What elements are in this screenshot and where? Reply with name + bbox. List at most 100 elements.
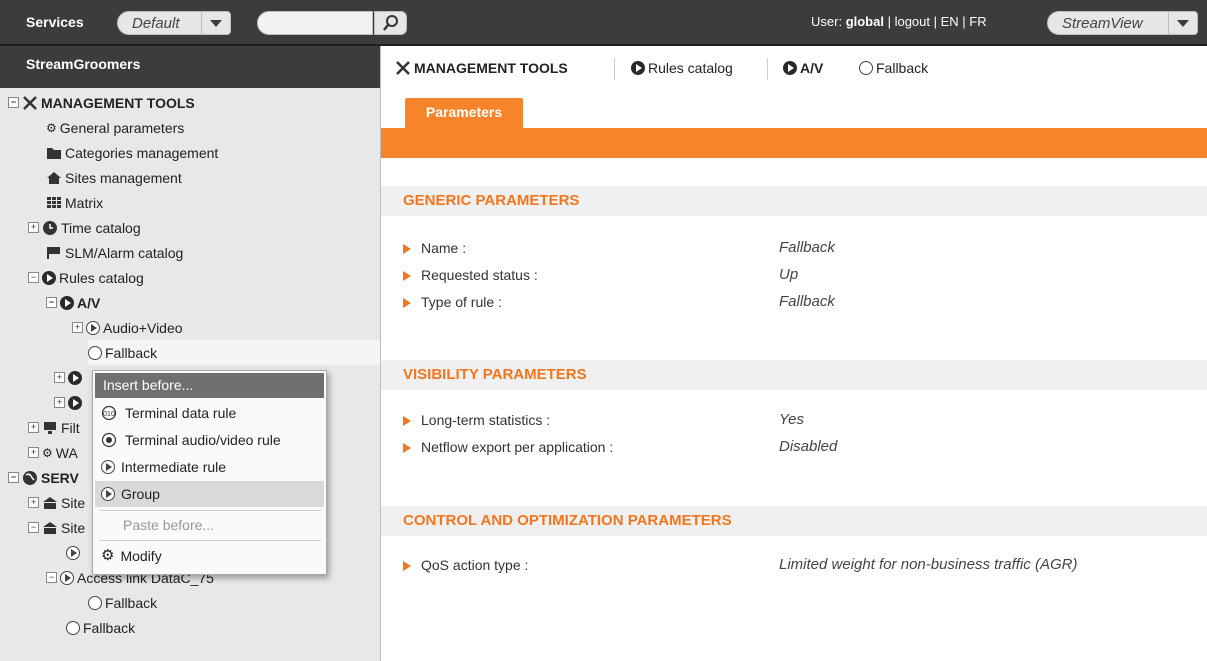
search-input[interactable]: [257, 11, 373, 35]
search-button[interactable]: [374, 11, 407, 35]
param-value: Limited weight for non-business traffic …: [779, 556, 1078, 573]
tab-management-tools[interactable]: MANAGEMENT TOOLS: [395, 60, 568, 76]
tree-item-site-2[interactable]: − Site: [28, 515, 85, 540]
expand-icon[interactable]: +: [28, 497, 39, 508]
param-label-text: QoS action type :: [421, 557, 529, 573]
collapse-icon[interactable]: −: [46, 297, 57, 308]
expand-icon[interactable]: +: [72, 322, 83, 333]
circle-icon: [66, 620, 80, 635]
param-label-text: Requested status :: [421, 267, 538, 283]
tree-item-hidden-2[interactable]: +: [54, 390, 85, 415]
tree-item-general-parameters[interactable]: ⚙ General parameters: [46, 115, 184, 140]
expand-icon[interactable]: +: [54, 372, 65, 383]
collapse-icon[interactable]: −: [28, 522, 39, 533]
tree-item-matrix[interactable]: Matrix: [46, 190, 103, 215]
param-label: Type of rule :: [403, 294, 502, 310]
menu-item-modify[interactable]: ⚙ Modify: [95, 543, 324, 569]
tree-label: WA: [55, 444, 78, 461]
tree-item-hidden-1[interactable]: +: [54, 365, 85, 390]
user-info: User: global | logout | EN | FR: [811, 14, 987, 29]
tree-label: Rules catalog: [59, 269, 144, 286]
tree-label: Categories management: [65, 144, 219, 161]
play-outline-icon: [66, 545, 80, 560]
tree-item-management-tools[interactable]: − MANAGEMENT TOOLS: [8, 90, 195, 115]
expand-icon[interactable]: +: [54, 397, 65, 408]
tree-label: Filt: [61, 419, 80, 436]
section-title: VISIBILITY PARAMETERS: [403, 366, 587, 383]
param-label: QoS action type :: [403, 557, 528, 573]
tree-item-audio-video[interactable]: + Audio+Video: [72, 315, 183, 340]
collapse-icon[interactable]: −: [8, 472, 19, 483]
chevron-down-icon[interactable]: [201, 11, 231, 35]
play-outline-icon: [86, 320, 100, 335]
top-bar: Services Default User: global | logout |…: [0, 0, 1207, 46]
expand-icon[interactable]: +: [28, 447, 39, 458]
tab-parameters[interactable]: Parameters: [405, 98, 523, 128]
play-circle-icon: [631, 61, 645, 75]
arrow-right-icon: [403, 561, 411, 572]
collapse-icon[interactable]: −: [46, 572, 57, 583]
play-circle-icon: [42, 270, 56, 285]
tools-icon: [396, 61, 410, 75]
search-box[interactable]: [257, 11, 407, 35]
menu-item-label: Terminal data rule: [125, 405, 237, 421]
menu-item-label: Intermediate rule: [121, 459, 227, 475]
tab-rules-catalog[interactable]: Rules catalog: [631, 60, 733, 76]
tree-label: Sites management: [65, 169, 182, 186]
param-label-text: Name :: [421, 240, 467, 256]
expand-icon[interactable]: +: [28, 422, 39, 433]
view-select[interactable]: StreamView: [1047, 11, 1198, 35]
menu-item-group[interactable]: Group: [95, 481, 324, 507]
section-title: CONTROL AND OPTIMIZATION PARAMETERS: [403, 512, 732, 529]
circle-icon: [88, 595, 102, 610]
tab-label: MANAGEMENT TOOLS: [414, 60, 568, 76]
tree-item-site-1[interactable]: + Site: [28, 490, 85, 515]
tab-av[interactable]: A/V: [783, 60, 823, 76]
svg-text:010: 010: [103, 411, 115, 418]
tab-fallback[interactable]: Fallback: [859, 60, 928, 76]
circle-icon: [859, 61, 873, 75]
param-label-text: Netflow export per application :: [421, 439, 614, 455]
play-circle-icon: [68, 395, 82, 410]
tree-item-wa[interactable]: + ⚙ WA: [28, 440, 78, 465]
chevron-down-icon[interactable]: [1168, 11, 1198, 35]
tree-item-sites-management[interactable]: Sites management: [46, 165, 182, 190]
collapse-icon[interactable]: −: [28, 272, 39, 283]
grid-icon: [47, 196, 61, 208]
tree-item-rules-catalog[interactable]: − Rules catalog: [28, 265, 144, 290]
arrow-right-icon: [403, 271, 411, 282]
tree-label: Site: [61, 519, 86, 536]
tree-item-hidden-3[interactable]: [66, 540, 83, 565]
user-name: global: [845, 14, 884, 29]
tree-item-categories-management[interactable]: Categories management: [46, 140, 218, 165]
tree-item-slm-alarm-catalog[interactable]: SLM/Alarm catalog: [46, 240, 183, 265]
user-links[interactable]: | logout | EN | FR: [884, 14, 987, 29]
collapse-icon[interactable]: −: [8, 97, 19, 108]
tree-item-services[interactable]: − SERV: [8, 465, 79, 490]
services-label[interactable]: Services: [26, 14, 84, 30]
tab-label: Rules catalog: [648, 60, 733, 76]
menu-item-intermediate-rule[interactable]: Intermediate rule: [95, 454, 324, 480]
breadcrumb-tabs: MANAGEMENT TOOLS Rules catalog A/V Fallb…: [381, 46, 1207, 98]
param-value: Fallback: [779, 239, 835, 256]
gear-icon: ⚙: [101, 547, 115, 564]
tree-item-av[interactable]: − A/V: [46, 290, 100, 315]
tree-item-fallback-child[interactable]: Fallback: [88, 590, 157, 615]
tree-item-fallback-last[interactable]: Fallback: [66, 615, 135, 640]
tree-item-time-catalog[interactable]: + Time catalog: [28, 215, 141, 240]
tree-item-filters[interactable]: + Filt: [28, 415, 80, 440]
section-generic-parameters: GENERIC PARAMETERS: [381, 186, 1207, 216]
menu-item-paste-before[interactable]: Paste before...: [95, 512, 324, 538]
sidebar-title: StreamGroomers: [26, 56, 141, 72]
profile-select[interactable]: Default: [117, 11, 231, 35]
sidebar-header: StreamGroomers: [0, 46, 380, 88]
param-label-text: Type of rule :: [421, 294, 502, 310]
arrow-right-icon: [403, 298, 411, 309]
menu-item-terminal-data-rule[interactable]: 010 Terminal data rule: [95, 400, 324, 426]
search-icon: [383, 15, 398, 31]
menu-item-terminal-av-rule[interactable]: Terminal audio/video rule: [95, 427, 324, 453]
play-circle-icon: [60, 295, 74, 310]
user-prefix: User:: [811, 14, 843, 29]
expand-icon[interactable]: +: [28, 222, 39, 233]
tree-item-fallback-selected[interactable]: Fallback: [88, 340, 380, 365]
